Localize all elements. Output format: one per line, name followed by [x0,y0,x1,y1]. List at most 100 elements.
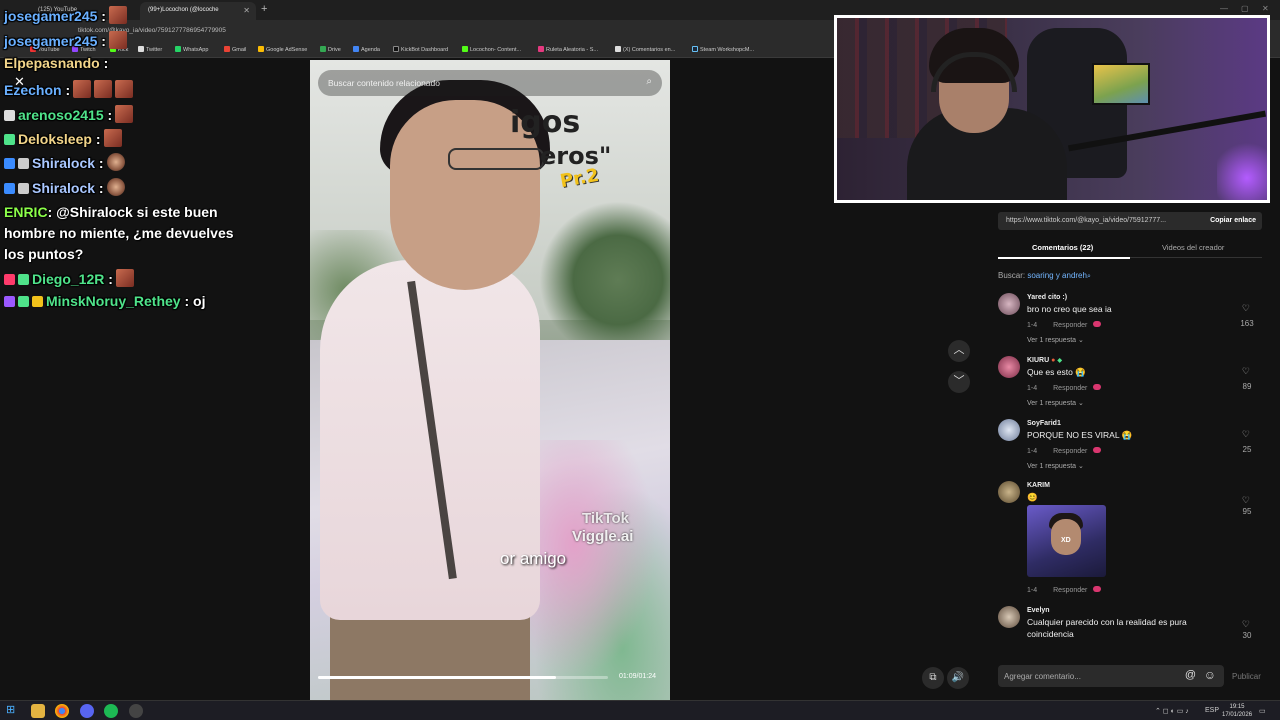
pip-icon: ⧉ [929,672,937,683]
obs-icon[interactable] [129,704,143,718]
bookmark-item[interactable]: Steam WorkshopcM... [692,46,754,53]
comment-meta: 1-4 Responder [1027,586,1102,594]
bookmark-item[interactable]: KickBot Dashboard [393,46,448,53]
chat-message: Shiralock : [4,153,125,171]
progress-fill [318,676,556,679]
like-count: 89 [1242,382,1252,391]
creator-heart-icon [1093,586,1102,592]
like-count: 30 [1242,631,1252,640]
x-icon [615,46,621,52]
search-suggestion[interactable]: Buscar: soaring y andreh⌕ [998,271,1091,281]
view-replies-button[interactable]: Ver 1 respuesta ⌄ [1027,462,1084,470]
chat-username: Diego_12R [32,271,105,287]
publish-button[interactable]: Publicar [1232,672,1261,681]
emote-icon [73,80,92,98]
mention-icon[interactable]: @ [1185,669,1196,681]
video-player[interactable]: igos eros" Pr.2 TikTok Viggle.ai or amig… [310,60,670,700]
emote-icon [103,129,122,147]
reply-button[interactable]: Responder [1053,448,1087,455]
chrome-icon[interactable] [55,704,69,718]
comment-username[interactable]: KARIM [1027,482,1050,489]
bookmark-item[interactable]: Agenda [353,46,380,53]
calendar-icon [353,46,359,52]
previous-video-button[interactable]: ︿ [948,340,970,362]
comment-username[interactable]: Yared cito :) [1027,294,1067,301]
share-link-box: https://www.tiktok.com/@kayo_ia/video/75… [998,212,1262,230]
notification-icon[interactable]: ▭ [1259,707,1266,715]
view-replies-button[interactable]: Ver 1 respuesta ⌄ [1027,399,1084,407]
badge-icon [4,158,15,169]
maximize-icon[interactable]: ▢ [1241,4,1249,13]
tiktok-watermark: TikTok [582,510,629,527]
tab-comments[interactable]: Comentarios (22) [1032,243,1093,252]
next-video-button[interactable]: ﹀ [948,371,970,393]
avatar[interactable] [998,481,1020,503]
avatar[interactable] [998,606,1020,628]
share-link-url[interactable]: https://www.tiktok.com/@kayo_ia/video/75… [1006,217,1166,224]
comment-username[interactable]: KIURU ● ◆ [1027,357,1062,364]
file-explorer-icon[interactable] [31,704,45,718]
emote-icon [106,178,125,196]
copy-link-button[interactable]: Copiar enlace [1210,217,1256,224]
tray-icons[interactable]: ⌃ ◻ ◐ ▭ ♪ [1155,707,1189,715]
screen: (125) YouTube (99+)Locochon (@locoche ✕ … [0,0,1280,720]
bookmark-item[interactable]: (X) Comentarios en... [615,46,675,53]
video-caption: or amigo [500,549,567,568]
comment-username[interactable]: SoyFarid1 [1027,420,1061,427]
heart-icon[interactable]: ♡ [1242,495,1250,506]
heart-icon[interactable]: ♡ [1242,429,1250,440]
view-replies-button[interactable]: Ver 1 respuesta ⌄ [1027,336,1084,344]
speaker-icon: 🔊 [951,672,965,683]
bookmark-item[interactable]: Ruleta Aleatoria - S... [538,46,598,53]
discord-icon[interactable] [80,704,94,718]
tab-creator-videos[interactable]: Videos del creador [1162,243,1224,252]
reply-button[interactable]: Responder [1053,587,1087,594]
search-suggestion-term[interactable]: soaring y andreh [1027,271,1087,280]
comment-meta: 1-4 Responder [1027,447,1102,455]
chat-message: Elpepasnando : [4,55,109,71]
bookmark-item[interactable]: Locochon- Content... [462,46,521,53]
comment-meta: 1-4 Responder [1027,321,1102,329]
windows-start-icon[interactable]: ⊞ [6,703,20,717]
search-icon[interactable]: ⌕ [646,76,652,87]
floating-player-button[interactable]: ⧉ [922,667,944,689]
video-title-text: eros" [540,142,612,170]
comment-placeholder: Agregar comentario... [1004,672,1081,681]
comment-text: bro no creo que sea ia [1027,304,1112,314]
video-progress-bar[interactable] [318,676,608,679]
chat-username: josegamer245 [4,8,98,24]
clock[interactable]: 19:15 17/01/2026 [1222,703,1252,719]
close-window-icon[interactable]: ✕ [1262,4,1269,13]
steam-icon [692,46,698,52]
comment-image[interactable]: XD [1027,505,1106,577]
emote-icon [115,269,134,287]
minimize-icon[interactable]: — [1220,4,1228,13]
chat-message: arenoso2415 : [4,105,134,123]
avatar[interactable] [998,356,1020,378]
reply-button[interactable]: Responder [1053,385,1087,392]
heart-icon[interactable]: ♡ [1242,303,1250,314]
avatar[interactable] [998,293,1020,315]
related-search-input[interactable]: Buscar contenido relacionado ⌕ [318,70,662,96]
video-time: 01:09/01:24 [619,673,656,680]
badge-icon: ◆ [1057,358,1062,364]
roulette-icon [538,46,544,52]
spotify-icon[interactable] [104,704,118,718]
avatar[interactable] [998,419,1020,441]
language-indicator[interactable]: ESP [1205,707,1219,714]
comment-input[interactable]: Agregar comentario... @ ☺ [998,665,1224,687]
bookmark-item[interactable]: Drive [320,46,341,53]
heart-icon[interactable]: ♡ [1242,366,1250,377]
chat-message: ENRIC: @Shiralock si este buen hombre no… [4,202,254,265]
chat-username: ENRIC [4,204,48,220]
emote-icon [94,80,113,98]
emoji-icon[interactable]: ☺ [1204,668,1216,682]
comment-username[interactable]: Evelyn [1027,607,1050,614]
chat-username: Elpepasnando [4,55,100,71]
emote-icon [108,6,127,24]
reply-button[interactable]: Responder [1053,322,1087,329]
chat-message: Diego_12R : [4,269,134,287]
heart-icon[interactable]: ♡ [1242,619,1250,630]
volume-button[interactable]: 🔊 [947,667,969,689]
creator-heart-icon [1093,384,1102,390]
